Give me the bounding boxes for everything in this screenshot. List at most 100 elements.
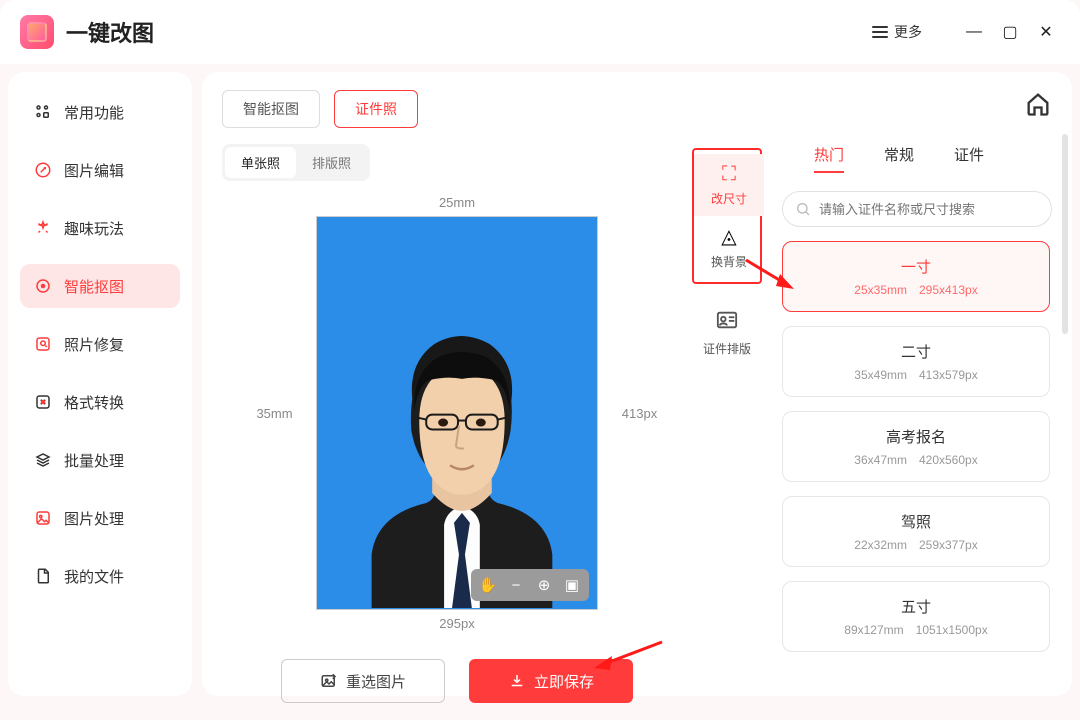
subtab-single[interactable]: 单张照 — [225, 147, 296, 178]
close-button[interactable]: ✕ — [1032, 18, 1060, 46]
preset-mm: 22x32mm — [854, 538, 907, 552]
sidebar-item-files[interactable]: 我的文件 — [20, 554, 180, 598]
search-icon — [795, 201, 811, 217]
sidebar-item-fun[interactable]: 趣味玩法 — [20, 206, 180, 250]
preset-px: 295x413px — [919, 283, 978, 297]
titlebar: 一键改图 更多 — ▢ ✕ — [0, 0, 1080, 64]
sidebar-item-label: 我的文件 — [64, 566, 124, 587]
sparkle-icon — [34, 219, 52, 237]
more-menu-button[interactable]: 更多 — [872, 22, 922, 42]
restore-icon — [34, 335, 52, 353]
hand-tool-icon[interactable]: ✋ — [475, 573, 501, 597]
hamburger-icon — [872, 26, 888, 38]
preview-toolbar: ✋ − ⊕ ▣ — [471, 569, 589, 601]
sidebar: 常用功能 图片编辑 趣味玩法 智能抠图 照片修复 格式转换 批量处理 图片处理 — [8, 72, 192, 696]
vtool-resize[interactable]: ⛶ 改尺寸 — [694, 154, 764, 216]
main-panel: 智能抠图 证件照 单张照 排版照 25mm 35mm — [202, 72, 1072, 696]
preset-name: 一寸 — [793, 256, 1039, 277]
preset-name: 高考报名 — [793, 426, 1039, 447]
app-logo — [20, 15, 54, 49]
rtab-id[interactable]: 证件 — [954, 144, 984, 173]
minimize-button[interactable]: — — [960, 18, 988, 46]
app-title: 一键改图 — [66, 16, 872, 48]
sidebar-item-label: 批量处理 — [64, 450, 124, 471]
fit-icon[interactable]: ▣ — [559, 573, 585, 597]
sidebar-item-label: 照片修复 — [64, 334, 124, 355]
download-icon — [508, 672, 526, 690]
sidebar-item-cutout[interactable]: 智能抠图 — [20, 264, 180, 308]
sidebar-item-label: 常用功能 — [64, 102, 124, 123]
preset-px: 413x579px — [919, 368, 978, 382]
rtab-hot[interactable]: 热门 — [814, 144, 844, 173]
preset-name: 五寸 — [793, 596, 1039, 617]
rtab-normal[interactable]: 常规 — [884, 144, 914, 173]
sidebar-item-label: 格式转换 — [64, 392, 124, 413]
preset-name: 二寸 — [793, 341, 1039, 362]
sidebar-item-convert[interactable]: 格式转换 — [20, 380, 180, 424]
more-label: 更多 — [894, 22, 922, 42]
preset-mm: 25x35mm — [854, 283, 907, 297]
size-search-input[interactable] — [819, 202, 1039, 217]
preset-mm: 35x49mm — [854, 368, 907, 382]
sidebar-item-restore[interactable]: 照片修复 — [20, 322, 180, 366]
dim-right: 413px — [612, 406, 667, 421]
preset-item[interactable]: 高考报名 36x47mm 420x560px — [782, 411, 1050, 482]
mode-id-photo[interactable]: 证件照 — [334, 90, 418, 128]
sidebar-item-label: 趣味玩法 — [64, 218, 124, 239]
grid-icon — [34, 103, 52, 121]
sidebar-item-label: 图片编辑 — [64, 160, 124, 181]
id-layout-icon — [716, 310, 738, 336]
sidebar-item-batch[interactable]: 批量处理 — [20, 438, 180, 482]
size-panel: 热门 常规 证件 一寸 25x35mm 295x413px 二寸 35x49mm 4… — [782, 144, 1052, 703]
paint-bucket-icon: ◬ — [721, 224, 736, 249]
preset-item[interactable]: 五寸 89x127mm 1051x1500px — [782, 581, 1050, 652]
convert-icon — [34, 393, 52, 411]
size-search[interactable] — [782, 191, 1052, 227]
mode-smart-cutout[interactable]: 智能抠图 — [222, 90, 320, 128]
sidebar-item-edit[interactable]: 图片编辑 — [20, 148, 180, 192]
main-scrollbar[interactable] — [1062, 134, 1068, 688]
portrait-figure — [317, 217, 597, 608]
vtool-label: 改尺寸 — [711, 190, 747, 207]
dim-bottom: 295px — [222, 616, 692, 631]
stack-icon — [34, 451, 52, 469]
vtool-label: 证件排版 — [703, 340, 751, 357]
file-icon — [34, 567, 52, 585]
preset-px: 1051x1500px — [916, 623, 988, 637]
sidebar-item-label: 智能抠图 — [64, 276, 124, 297]
image-icon — [34, 509, 52, 527]
sidebar-item-label: 图片处理 — [64, 508, 124, 529]
home-button[interactable] — [1024, 90, 1052, 118]
preset-px: 420x560px — [919, 453, 978, 467]
preset-name: 驾照 — [793, 511, 1039, 532]
zoom-in-icon[interactable]: ⊕ — [531, 573, 557, 597]
vtool-background[interactable]: ◬ 换背景 — [694, 216, 764, 278]
zoom-out-icon[interactable]: − — [503, 573, 529, 597]
vertical-tools: ⛶ 改尺寸 ◬ 换背景 证件排版 — [692, 144, 762, 703]
preset-px: 259x377px — [919, 538, 978, 552]
save-label: 立即保存 — [534, 671, 594, 692]
sidebar-item-process[interactable]: 图片处理 — [20, 496, 180, 540]
preset-mm: 36x47mm — [854, 453, 907, 467]
preset-item[interactable]: 驾照 22x32mm 259x377px — [782, 496, 1050, 567]
save-button[interactable]: 立即保存 — [469, 659, 633, 703]
maximize-button[interactable]: ▢ — [996, 18, 1024, 46]
edit-icon — [34, 161, 52, 179]
reselect-button[interactable]: 重选图片 — [281, 659, 445, 703]
image-swap-icon — [320, 672, 338, 690]
preset-mm: 89x127mm — [844, 623, 903, 637]
reselect-label: 重选图片 — [346, 671, 406, 692]
preset-item[interactable]: 二寸 35x49mm 413x579px — [782, 326, 1050, 397]
sidebar-item-common[interactable]: 常用功能 — [20, 90, 180, 134]
vtool-id-layout[interactable]: 证件排版 — [692, 302, 762, 364]
id-photo-preview: ✋ − ⊕ ▣ — [316, 216, 598, 610]
dim-top: 25mm — [222, 195, 692, 210]
preset-item[interactable]: 一寸 25x35mm 295x413px — [782, 241, 1050, 312]
preview-column: 单张照 排版照 25mm 35mm — [222, 144, 692, 703]
vtools-highlight-box: ⛶ 改尺寸 ◬ 换背景 — [692, 148, 762, 284]
vtool-label: 换背景 — [711, 253, 747, 270]
dim-left: 35mm — [247, 406, 302, 421]
resize-icon: ⛶ — [722, 163, 736, 186]
subtab-layout[interactable]: 排版照 — [296, 147, 367, 178]
home-icon — [1024, 90, 1052, 118]
